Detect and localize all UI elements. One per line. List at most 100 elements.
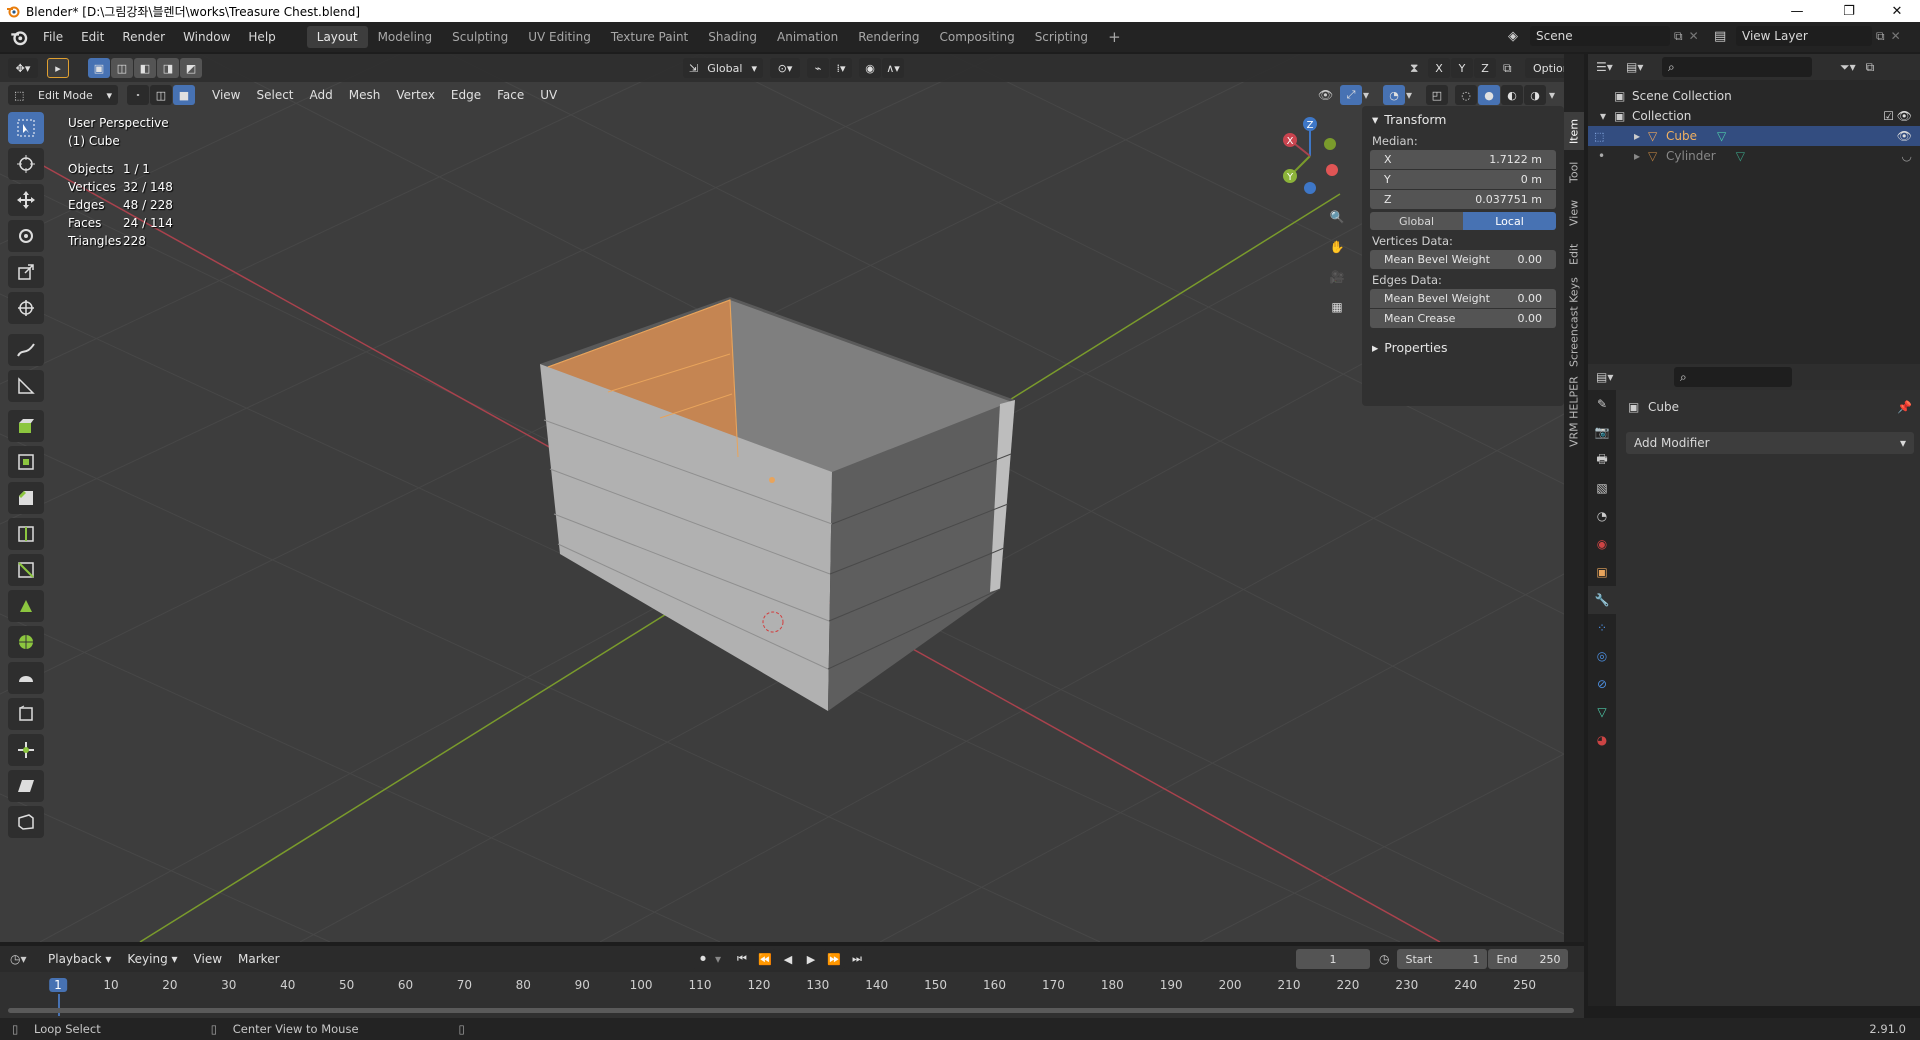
tab-texture-paint[interactable]: Texture Paint <box>601 26 698 48</box>
maximize-button[interactable]: ❐ <box>1826 0 1872 22</box>
menu-marker[interactable]: Marker <box>230 949 287 969</box>
modifier-properties-icon[interactable]: 🔧 <box>1588 586 1616 614</box>
pan-hand-icon[interactable]: ✋ <box>1324 232 1350 262</box>
outliner-item-cube[interactable]: ⬚ ▸ ▽ Cube ▽ 👁 <box>1588 126 1920 146</box>
neg-x-axis-icon[interactable] <box>1326 164 1338 176</box>
neg-z-axis-icon[interactable] <box>1304 182 1316 194</box>
cursor-tool-icon[interactable] <box>8 148 44 180</box>
axis-x-toggle[interactable]: X <box>1428 58 1450 78</box>
pin-icon[interactable]: 📌 <box>1897 400 1912 414</box>
axis-y-toggle[interactable]: Y <box>1451 58 1473 78</box>
add-workspace-button[interactable]: + <box>1098 26 1131 48</box>
object-properties-icon[interactable]: ▣ <box>1588 558 1616 586</box>
menu-select[interactable]: Select <box>248 85 301 105</box>
blender-menu-icon[interactable] <box>10 28 28 46</box>
face-select-mode-icon[interactable]: ■ <box>173 85 195 105</box>
snap-target-icon[interactable]: ⁞▾ <box>830 58 852 78</box>
proportional-editing-icon[interactable]: ◉ <box>859 58 881 78</box>
scene-field[interactable]: Scene <box>1530 26 1670 46</box>
bevel-tool-icon[interactable] <box>8 482 44 514</box>
rip-region-tool-icon[interactable] <box>8 806 44 838</box>
transform-panel-header[interactable]: ▾ Transform <box>1362 106 1564 132</box>
filter-icon[interactable]: ⏷▾ <box>1840 60 1856 75</box>
outliner-item-cylinder[interactable]: • ▸ ▽ Cylinder ▽ ◡ <box>1588 146 1920 166</box>
chevron-down-icon[interactable]: ▾ <box>1600 109 1614 123</box>
tab-shading[interactable]: Shading <box>698 26 767 48</box>
jump-end-icon[interactable]: ⏭ <box>846 949 868 969</box>
eye-icon[interactable]: 👁 <box>1897 129 1912 143</box>
hidden-eye-icon[interactable]: ◡ <box>1902 149 1912 163</box>
median-x-field[interactable]: X 1.7122 m <box>1370 150 1556 169</box>
render-properties-icon[interactable]: 📷 <box>1588 418 1616 446</box>
tab-tool[interactable]: Tool <box>1564 154 1584 190</box>
navigation-gizmo[interactable]: Z Y X <box>1270 116 1350 196</box>
edge-slide-tool-icon[interactable] <box>8 698 44 730</box>
select-mode-subtract-icon[interactable]: ◧ <box>134 58 156 78</box>
world-properties-icon[interactable]: ◉ <box>1588 530 1616 558</box>
minimize-button[interactable]: — <box>1774 0 1820 22</box>
outliner-editor-type-icon[interactable]: ☰▾ <box>1596 60 1626 74</box>
new-scene-icon[interactable]: ⧉ <box>1674 29 1683 44</box>
eye-icon[interactable]: 👁 <box>1897 109 1912 123</box>
falloff-icon[interactable]: ∧▾ <box>882 58 904 78</box>
next-keyframe-icon[interactable]: ⏩ <box>823 949 845 969</box>
pivot-point-icon[interactable]: ⊙▾ <box>770 58 800 78</box>
timeline-ruler[interactable]: 1 10 20 30 40 50 60 70 80 90 100 110 120 130 140 150 160… <box>8 974 1582 1016</box>
perspective-toggle-icon[interactable]: ▦ <box>1324 292 1350 322</box>
tab-animation[interactable]: Animation <box>767 26 848 48</box>
material-properties-icon[interactable]: ◕ <box>1588 726 1616 754</box>
visibility-icon[interactable]: 👁 <box>1318 88 1340 102</box>
spin-tool-icon[interactable] <box>8 626 44 658</box>
tab-vrm-helper[interactable]: VRM HELPER <box>1564 374 1584 450</box>
smooth-tool-icon[interactable] <box>8 662 44 694</box>
menu-file[interactable]: File <box>34 30 72 44</box>
view-layer-field[interactable]: View Layer <box>1736 26 1872 46</box>
select-mode-intersect-icon[interactable]: ◩ <box>180 58 202 78</box>
remove-view-layer-icon[interactable]: ✕ <box>1891 29 1901 43</box>
select-box-icon[interactable]: ▸ <box>47 58 69 78</box>
transform-tool-icon[interactable] <box>8 292 44 324</box>
shrink-fatten-tool-icon[interactable] <box>8 734 44 766</box>
auto-keying-icon[interactable]: ⏺ <box>692 949 714 969</box>
knife-tool-icon[interactable] <box>8 554 44 586</box>
3d-viewport[interactable]: ✥▾ ▸ ▣ ◫ ◧ ◨ ◩ ⇲ Global ▾ ⊙▾ ⌁ ⁞▾ ◉ ∧▾ ⧗ X… <box>0 54 1564 942</box>
end-frame-field[interactable]: End 250 <box>1488 949 1569 969</box>
median-y-field[interactable]: Y0 m <box>1370 170 1556 189</box>
menu-edit[interactable]: Edit <box>72 30 113 44</box>
prev-keyframe-icon[interactable]: ⏪ <box>754 949 776 969</box>
current-frame-field[interactable]: 1 <box>1296 949 1370 969</box>
menu-mesh[interactable]: Mesh <box>341 85 389 105</box>
new-collection-icon[interactable]: ⧉ <box>1866 60 1875 75</box>
select-mode-difference-icon[interactable]: ◨ <box>157 58 179 78</box>
scene-icon[interactable]: ◈ <box>1508 29 1530 44</box>
menu-timeline-view[interactable]: View <box>186 949 230 969</box>
annotate-tool-icon[interactable] <box>8 334 44 366</box>
collection-row[interactable]: ▾ ▣ Collection ☑ 👁 <box>1588 106 1920 126</box>
gizmo-toggle-icon[interactable]: ⤢ <box>1340 85 1362 105</box>
select-mode-new-icon[interactable]: ▣ <box>88 58 110 78</box>
move-tool-icon[interactable] <box>8 184 44 216</box>
rendered-shading-icon[interactable]: ◑ <box>1524 85 1546 105</box>
shear-tool-icon[interactable] <box>8 770 44 802</box>
play-icon[interactable]: ▶ <box>800 949 822 969</box>
tab-sculpting[interactable]: Sculpting <box>442 26 518 48</box>
chevron-down-icon[interactable]: ▾ <box>1549 88 1563 102</box>
menu-view[interactable]: View <box>204 85 248 105</box>
select-mode-extend-icon[interactable]: ◫ <box>111 58 133 78</box>
measure-tool-icon[interactable] <box>8 370 44 402</box>
median-z-field[interactable]: Z 0.037751 m <box>1370 190 1556 209</box>
start-frame-field[interactable]: Start 1 <box>1397 949 1488 969</box>
chevron-down-icon[interactable]: ▾ <box>715 952 731 966</box>
tab-view[interactable]: View <box>1564 194 1584 232</box>
menu-edge[interactable]: Edge <box>443 85 489 105</box>
exclude-checkbox[interactable]: ☑ <box>1883 109 1894 123</box>
chevron-right-icon[interactable]: ▸ <box>1634 149 1648 163</box>
scale-tool-icon[interactable] <box>8 256 44 288</box>
auto-merge-icon[interactable]: ⧉ <box>1503 61 1525 76</box>
menu-face[interactable]: Face <box>489 85 532 105</box>
zoom-icon[interactable]: 🔍 <box>1324 202 1350 232</box>
constraints-properties-icon[interactable]: ⊘ <box>1588 670 1616 698</box>
menu-help[interactable]: Help <box>239 30 284 44</box>
menu-keying[interactable]: Keying ▾ <box>119 949 185 969</box>
edge-mean-bevel-weight-field[interactable]: Mean Bevel Weight 0.00 <box>1370 289 1556 308</box>
